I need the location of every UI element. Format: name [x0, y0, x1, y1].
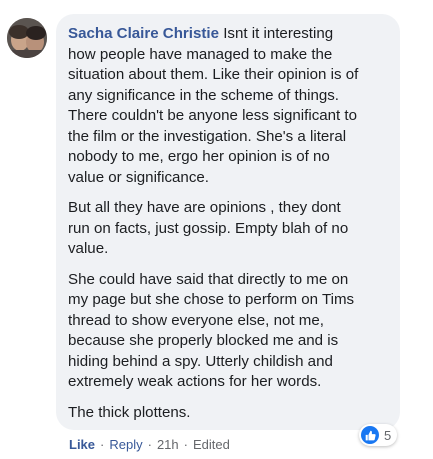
- separator: ·: [147, 437, 152, 452]
- comment-paragraph: Isnt it interesting how people have mana…: [68, 25, 359, 186]
- avatar-photo: [7, 18, 47, 58]
- like-button[interactable]: Like: [69, 437, 95, 452]
- comment-actions: Like · Reply · 21h · Edited: [69, 437, 230, 452]
- comment-first-paragraph: Sacha Claire Christie Isnt it interestin…: [68, 24, 388, 188]
- avatar[interactable]: [7, 18, 47, 58]
- separator: ·: [100, 437, 105, 452]
- comment-paragraph: She could have said that directly to me …: [68, 270, 355, 391]
- reaction-count: 5: [384, 427, 392, 443]
- author-name[interactable]: Sacha Claire Christie: [68, 25, 219, 42]
- separator: ·: [183, 437, 188, 452]
- comment-bubble: Sacha Claire Christie Isnt it interestin…: [56, 14, 400, 430]
- reply-button[interactable]: Reply: [109, 437, 142, 452]
- timestamp[interactable]: 21h: [157, 437, 179, 452]
- reactions-summary[interactable]: 5: [359, 424, 398, 446]
- comment: Sacha Claire Christie Isnt it interestin…: [0, 0, 433, 459]
- comment-paragraph: But all they have are opinions , they do…: [68, 199, 349, 257]
- comment-paragraph: The thick plottens.: [68, 403, 191, 421]
- edited-label[interactable]: Edited: [193, 437, 230, 452]
- thumbs-up-icon: [361, 426, 379, 444]
